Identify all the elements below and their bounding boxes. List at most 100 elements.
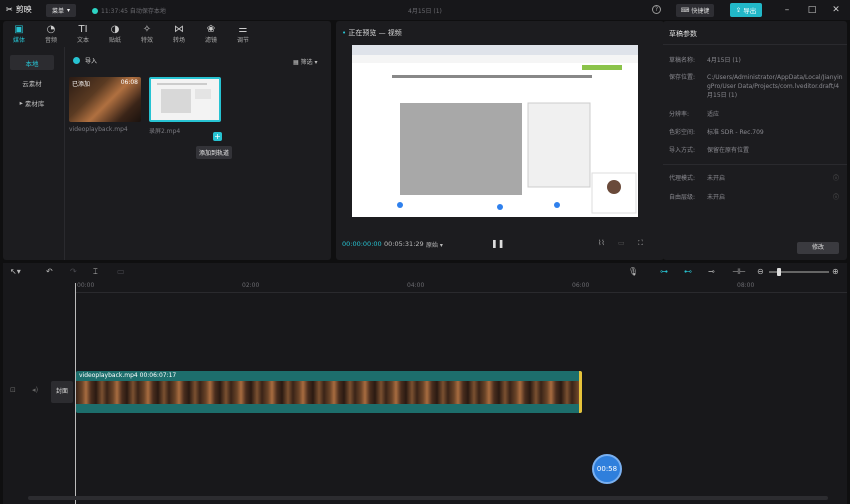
param-row: 分辨率: 适应 xyxy=(669,110,845,119)
add-to-track-tooltip: 添加到轨道 xyxy=(196,146,233,159)
param-label: 自由层级: xyxy=(669,194,696,201)
link-icon[interactable]: ⊸ xyxy=(708,267,715,276)
pause-icon[interactable]: ❚❚ xyxy=(491,239,504,248)
select-tool-icon[interactable]: ↖▾ xyxy=(10,267,21,276)
clip-duration: 06:08 xyxy=(120,79,138,86)
tab-audio[interactable]: ◔ 音频 xyxy=(35,21,67,47)
tick-label: 00:00 xyxy=(77,282,95,289)
adjust-icon: ⚌ xyxy=(238,24,248,35)
clip-thumbnail: 已添加 06:08 xyxy=(69,77,141,122)
time-ruler[interactable]: 00:00 02:00 04:00 06:00 08:00 xyxy=(75,281,847,293)
playhead[interactable] xyxy=(75,283,76,504)
media-clip[interactable]: 已添加 06:08 videoplayback.mp4 xyxy=(69,77,141,143)
chevron-down-icon: ▾ xyxy=(67,7,71,14)
side-nav: 本地 云素材 ▸ 素材库 xyxy=(6,50,62,115)
tab-label: 滤镜 xyxy=(204,37,217,44)
param-label: 色彩空间: xyxy=(669,129,696,136)
side-nav-cloud[interactable]: 云素材 xyxy=(10,75,54,90)
tab-sticker[interactable]: ◑ 贴纸 xyxy=(99,21,131,47)
info-icon[interactable]: ⓘ xyxy=(833,193,839,202)
timeline-video-clip[interactable]: videoplayback.mp4 00:06:07:17 xyxy=(76,371,582,413)
param-label: 分辨率: xyxy=(669,111,690,118)
param-value: 未开启 xyxy=(707,194,726,201)
import-button[interactable]: 导入 xyxy=(73,56,97,65)
split-icon[interactable]: ⌶ xyxy=(93,267,98,277)
lock-icon[interactable]: ⊡ xyxy=(10,386,16,394)
tool-tabs: ▣ 媒体 ◔ 音频 TI 文本 ◑ 贴纸 ✧ 特效 ⋈ 转场 ❀ 滤镜 ⚌ 调节 xyxy=(3,21,331,47)
param-value: 未开启 xyxy=(707,175,726,182)
param-label: 草稿名称: xyxy=(669,57,696,64)
chevron-down-icon: ▾ xyxy=(438,242,443,249)
snap-icon[interactable]: ⊷ xyxy=(684,267,692,276)
app-name: 剪映 xyxy=(15,5,32,14)
param-value: C:/Users/Administrator/AppData/Local/Jia… xyxy=(707,74,843,99)
tab-filter[interactable]: ❀ 滤镜 xyxy=(195,21,227,47)
zoom-in-icon[interactable]: ⊕ xyxy=(832,267,839,276)
menu-button[interactable]: 菜单 ▾ xyxy=(46,4,76,17)
clip-label: videoplayback.mp4 00:06:07:17 xyxy=(79,372,177,379)
project-title: 4月15日 (1) xyxy=(408,8,442,15)
time-bubble[interactable]: 00:58 xyxy=(592,454,622,484)
keyboard-icon: ⌨ xyxy=(680,7,690,14)
audio-icon: ◔ xyxy=(46,24,56,35)
track-header: ⊡ ◂) 封面 xyxy=(3,375,75,413)
param-value: 保留在原有位置 xyxy=(707,147,750,154)
side-nav-library[interactable]: ▸ 素材库 xyxy=(10,95,54,110)
modify-button[interactable]: 修改 xyxy=(797,242,839,254)
ratio-dropdown[interactable]: 原始 ▾ xyxy=(426,240,443,249)
redo-icon[interactable]: ↷ xyxy=(70,267,77,276)
chevron-down-icon: ▾ xyxy=(312,59,318,66)
param-row: 导入方式: 保留在原有位置 xyxy=(669,146,845,155)
divider xyxy=(64,47,65,260)
minimize-icon[interactable]: – xyxy=(781,4,793,16)
effects-icon: ✧ xyxy=(142,24,152,35)
media-clip[interactable]: 录屏2.mp4 xyxy=(149,77,221,143)
preview-panel: • 正在预览 — 视频 00:00:00:00 00:05:31:29 原始 ▾… xyxy=(336,21,664,260)
shortcut-button[interactable]: ⌨ 快捷键 xyxy=(676,4,714,17)
filter-dropdown[interactable]: ▦ 筛选 ▾ xyxy=(293,57,318,66)
clip-name: videoplayback.mp4 xyxy=(69,126,128,133)
param-value: 适应 xyxy=(707,111,720,118)
waveform-icon[interactable]: ⌇⌇ xyxy=(598,239,605,247)
add-to-track-button[interactable]: + xyxy=(213,132,222,141)
tab-media[interactable]: ▣ 媒体 xyxy=(3,21,35,47)
tab-label: 特效 xyxy=(140,37,153,44)
logo-icon: ✂ xyxy=(6,5,13,14)
link-main-track-icon[interactable]: ⊶ xyxy=(660,267,668,276)
fullscreen-icon[interactable]: ⛶ xyxy=(638,239,643,248)
zoom-slider-handle[interactable] xyxy=(777,268,781,276)
mute-icon[interactable]: ◂) xyxy=(32,386,38,394)
screen-recording-thumb xyxy=(157,83,211,113)
undo-icon[interactable]: ↶ xyxy=(46,267,53,276)
tab-label: 文本 xyxy=(76,37,89,44)
menu-label: 菜单 xyxy=(51,8,64,15)
tab-label: 音频 xyxy=(44,37,57,44)
cover-button[interactable]: 封面 xyxy=(51,381,73,403)
info-icon[interactable]: ⓘ xyxy=(833,174,839,183)
microphone-icon[interactable]: 🎙 xyxy=(628,267,638,276)
zoom-out-icon[interactable]: ⊖ xyxy=(757,267,764,276)
preview-viewport[interactable] xyxy=(352,45,638,217)
export-button[interactable]: ⇪ 导出 xyxy=(730,3,762,17)
close-icon[interactable]: ✕ xyxy=(830,4,842,16)
delete-icon[interactable]: ▭ xyxy=(117,267,125,276)
preview-title: • 正在预览 — 视频 xyxy=(342,28,402,38)
preview-axis-icon[interactable]: ⊣⊢ xyxy=(732,267,746,276)
maximize-icon[interactable]: □ xyxy=(806,4,818,16)
tab-label: 媒体 xyxy=(12,37,25,44)
timeline-panel: ↖▾ ↶ ↷ ⌶ ▭ 🎙 ⊶ ⊷ ⊸ ⊣⊢ ⊖ ⊕ 00:00 02:00 04… xyxy=(3,263,847,504)
tab-text[interactable]: TI 文本 xyxy=(67,21,99,47)
help-icon[interactable]: ? xyxy=(652,5,661,14)
param-row: 代理模式: 未开启 ⓘ xyxy=(669,174,845,183)
tab-transition[interactable]: ⋈ 转场 xyxy=(163,21,195,47)
tab-adjust[interactable]: ⚌ 调节 xyxy=(227,21,259,47)
clip-trim-handle[interactable] xyxy=(579,371,582,413)
clip-thumbnail xyxy=(149,77,221,122)
tab-effects[interactable]: ✧ 特效 xyxy=(131,21,163,47)
side-nav-local[interactable]: 本地 xyxy=(10,55,54,70)
horizontal-scrollbar[interactable] xyxy=(28,496,828,500)
preview-title-text: 正在预览 — 视频 xyxy=(348,29,402,37)
timeline-toolbar: ↖▾ ↶ ↷ ⌶ ▭ 🎙 ⊶ ⊷ ⊸ ⊣⊢ ⊖ ⊕ xyxy=(3,263,847,281)
ratio-icon[interactable]: ▭ xyxy=(618,239,625,247)
param-row: 保存位置: C:/Users/Administrator/AppData/Loca… xyxy=(669,73,845,100)
